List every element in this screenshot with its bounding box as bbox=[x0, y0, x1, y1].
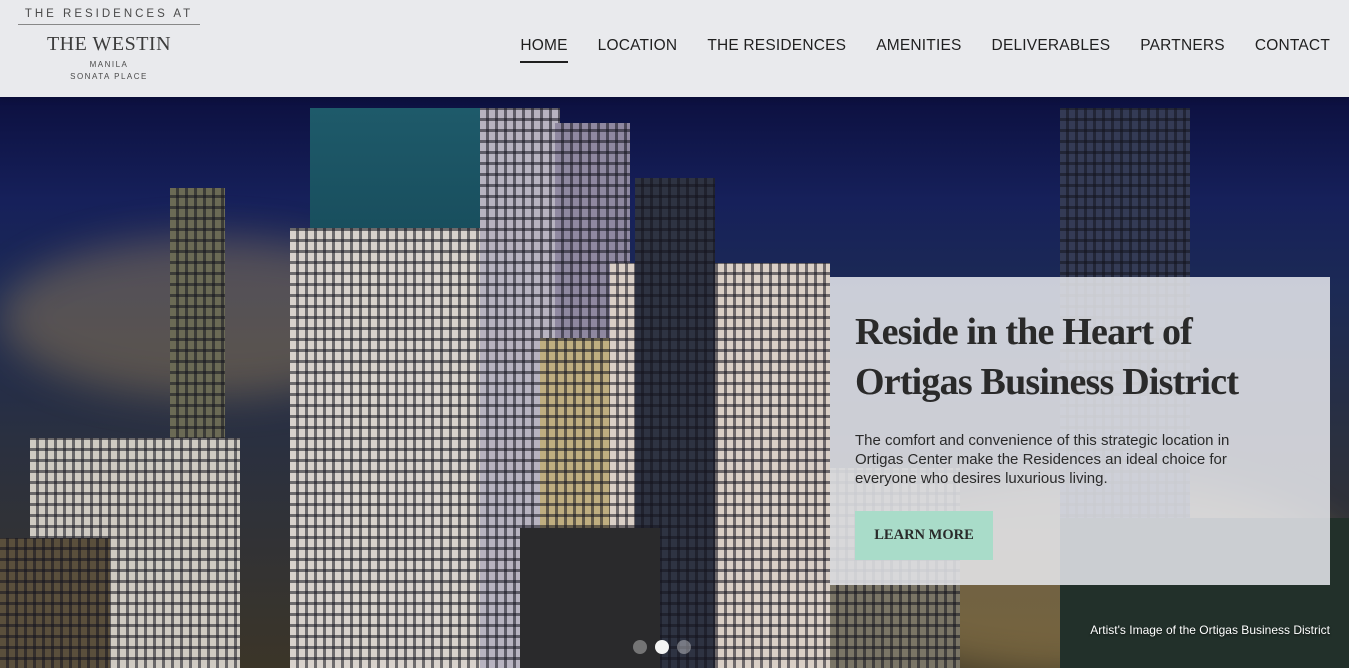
logo-brand: THE WESTIN bbox=[46, 33, 172, 55]
hero-slider: Reside in the Heart of Ortigas Business … bbox=[0, 97, 1349, 668]
nav-home[interactable]: HOME bbox=[520, 37, 568, 63]
nav-contact[interactable]: CONTACT bbox=[1255, 37, 1330, 63]
nav-deliverables[interactable]: DELIVERABLES bbox=[992, 37, 1111, 63]
slider-dot-1[interactable] bbox=[633, 640, 647, 654]
learn-more-button[interactable]: LEARN MORE bbox=[855, 511, 993, 560]
hero-description: The comfort and convenience of this stra… bbox=[855, 432, 1230, 487]
westin-logo[interactable]: THE RESIDENCES AT THE WESTIN MANILA SONA… bbox=[18, 8, 200, 83]
nav-location[interactable]: LOCATION bbox=[598, 37, 678, 63]
image-caption: Artist's Image of the Ortigas Business D… bbox=[1090, 623, 1330, 637]
hero-card: Reside in the Heart of Ortigas Business … bbox=[830, 277, 1330, 585]
logo-place: SONATA PLACE bbox=[70, 72, 148, 81]
logo-city: MANILA bbox=[89, 60, 129, 69]
hero-title: Reside in the Heart of Ortigas Business … bbox=[855, 307, 1305, 407]
slider-dots bbox=[633, 640, 691, 654]
nav-amenities[interactable]: AMENITIES bbox=[876, 37, 961, 63]
main-nav: HOME LOCATION THE RESIDENCES AMENITIES D… bbox=[490, 37, 1330, 63]
nav-the-residences[interactable]: THE RESIDENCES bbox=[707, 37, 846, 63]
building bbox=[0, 538, 110, 668]
hero-title-line1: Reside in the Heart of bbox=[855, 311, 1193, 353]
nav-partners[interactable]: PARTNERS bbox=[1140, 37, 1225, 63]
site-header: THE RESIDENCES AT THE WESTIN MANILA SONA… bbox=[0, 0, 1349, 97]
hero-title-line2: Ortigas Business District bbox=[855, 361, 1239, 403]
slider-dot-3[interactable] bbox=[677, 640, 691, 654]
logo-tagline: THE RESIDENCES AT bbox=[18, 8, 200, 25]
slider-dot-2[interactable] bbox=[655, 640, 669, 654]
